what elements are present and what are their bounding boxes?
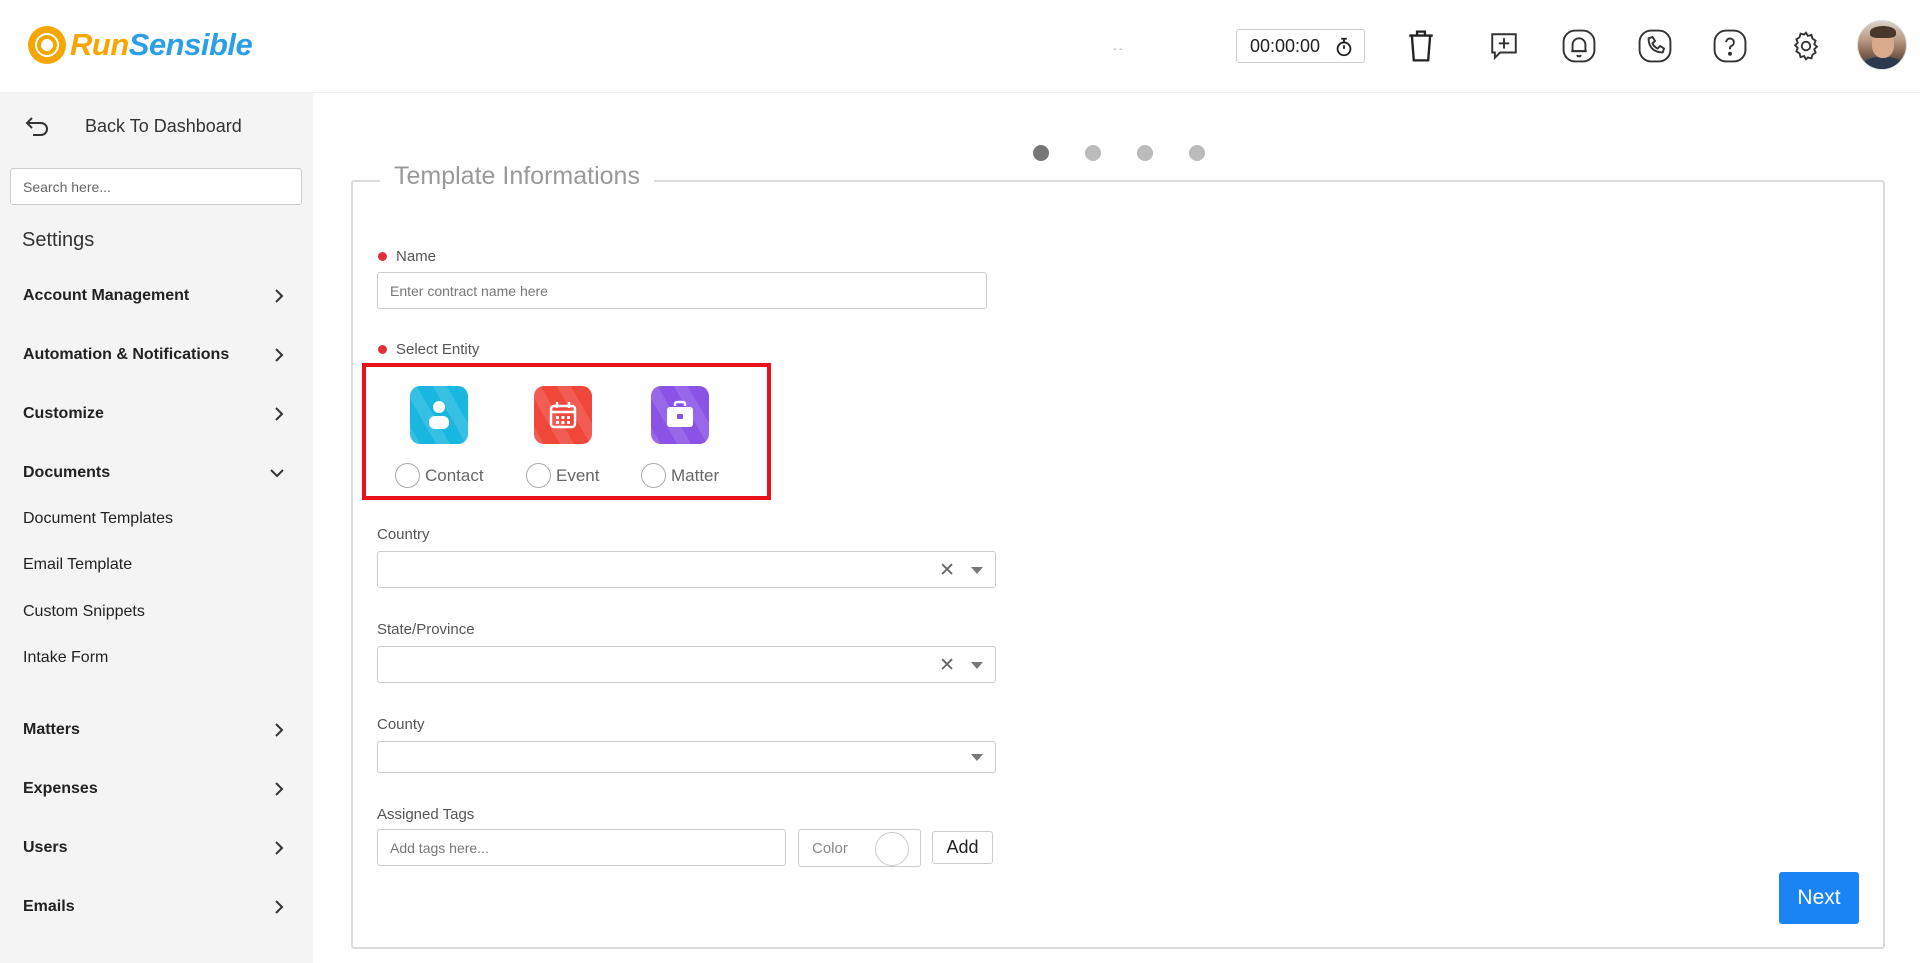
sidebar-item-customize[interactable]: Customize (23, 405, 285, 423)
sidebar-subitem-intake-form[interactable]: Intake Form (23, 649, 108, 667)
caret-down-icon[interactable] (971, 662, 983, 669)
timer-value: 00:00:00 (1250, 35, 1321, 56)
name-input[interactable] (377, 272, 987, 309)
state-label: State/Province (377, 621, 475, 638)
add-comment-icon[interactable] (1484, 26, 1524, 66)
entity-matter[interactable]: Matter (641, 386, 719, 488)
chevron-right-icon (275, 782, 284, 796)
help-icon[interactable] (1710, 26, 1750, 66)
sidebar-item-expenses[interactable]: Expenses (23, 780, 285, 798)
matter-label: Matter (671, 465, 720, 485)
chevron-down-icon (270, 469, 284, 478)
sidebar-subitem-email-template[interactable]: Email Template (23, 556, 132, 574)
back-to-dashboard-link[interactable]: Back To Dashboard (25, 115, 242, 137)
sidebar-subitem-custom-snippets[interactable]: Custom Snippets (23, 603, 145, 621)
chevron-right-icon (275, 841, 284, 855)
step-dot-3[interactable] (1137, 145, 1153, 161)
chevron-right-icon (275, 348, 284, 362)
user-avatar[interactable] (1857, 20, 1907, 70)
step-indicator (1033, 145, 1205, 161)
contact-person-icon[interactable] (410, 386, 469, 444)
tags-label: Assigned Tags (377, 806, 475, 823)
sidebar: Back To Dashboard Settings Account Manag… (0, 93, 313, 963)
gear-icon[interactable] (1786, 26, 1826, 66)
matter-radio[interactable] (641, 463, 666, 488)
country-select[interactable]: ✕ (377, 551, 996, 588)
sidebar-item-matters[interactable]: Matters (23, 721, 285, 739)
chevron-right-icon (275, 900, 284, 914)
color-picker[interactable]: Color (798, 829, 921, 867)
state-select[interactable]: ✕ (377, 646, 996, 683)
contact-label: Contact (425, 465, 484, 485)
event-calendar-icon[interactable] (533, 386, 592, 444)
sidebar-item-documents[interactable]: Documents (23, 464, 285, 482)
back-label: Back To Dashboard (85, 115, 242, 136)
sidebar-search-input[interactable] (10, 168, 302, 205)
sidebar-item-users[interactable]: Users (23, 839, 285, 857)
clear-icon[interactable]: ✕ (939, 654, 955, 677)
bell-icon[interactable] (1559, 26, 1599, 66)
required-dot (378, 345, 387, 354)
stopwatch-icon[interactable] (1333, 36, 1355, 58)
sidebar-subitem-document-templates[interactable]: Document Templates (23, 510, 173, 528)
matter-briefcase-icon[interactable] (651, 386, 710, 444)
trash-icon[interactable] (1401, 26, 1441, 66)
entity-label: Select Entity (377, 341, 479, 358)
country-label: Country (377, 526, 430, 543)
step-dot-4[interactable] (1189, 145, 1205, 161)
top-header: RunSensible - - 00:00:00 (0, 0, 1920, 93)
next-button[interactable]: Next (1779, 872, 1859, 924)
logo-text: RunSensible (70, 27, 253, 62)
logo-mark-icon (28, 26, 66, 64)
entity-event[interactable]: Event (526, 386, 599, 488)
county-label: County (377, 716, 425, 733)
form-legend: Template Informations (380, 162, 654, 191)
entity-contact[interactable]: Contact (395, 386, 484, 488)
clear-icon[interactable]: ✕ (939, 559, 955, 582)
timer[interactable]: 00:00:00 (1236, 29, 1365, 63)
step-dot-1[interactable] (1033, 145, 1049, 161)
event-label: Event (556, 465, 600, 485)
name-label: Name (377, 248, 436, 265)
chevron-right-icon (275, 289, 284, 303)
sidebar-item-account-management[interactable]: Account Management (23, 287, 285, 305)
caret-down-icon[interactable] (971, 754, 983, 761)
back-arrow-icon (25, 117, 48, 136)
chevron-right-icon (275, 723, 284, 737)
event-radio[interactable] (526, 463, 551, 488)
add-tag-button[interactable]: Add (932, 831, 993, 864)
header-status-text: - - (1113, 44, 1123, 55)
sidebar-item-emails[interactable]: Emails (23, 898, 285, 916)
color-swatch[interactable] (875, 832, 909, 866)
phone-icon[interactable] (1635, 26, 1675, 66)
runsensible-logo[interactable]: RunSensible (28, 26, 253, 64)
county-select[interactable] (377, 741, 996, 773)
step-dot-2[interactable] (1085, 145, 1101, 161)
tags-input[interactable] (377, 829, 786, 866)
settings-title: Settings (22, 229, 95, 251)
chevron-right-icon (275, 407, 284, 421)
color-label: Color (812, 839, 848, 857)
sidebar-item-automation-notifications[interactable]: Automation & Notifications (23, 346, 285, 364)
caret-down-icon[interactable] (971, 567, 983, 574)
contact-radio[interactable] (395, 463, 420, 488)
required-dot (378, 252, 387, 261)
